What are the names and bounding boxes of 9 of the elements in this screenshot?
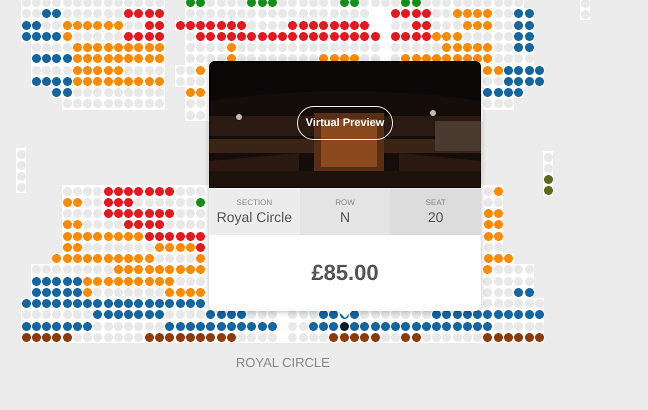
detail-value: 20 bbox=[428, 209, 444, 225]
section-label: ROYAL CIRCLE bbox=[234, 354, 331, 370]
virtual-preview-button[interactable]: Virtual Preview bbox=[296, 106, 394, 140]
detail-value: Royal Circle bbox=[216, 209, 292, 225]
detail-label: SECTION bbox=[236, 198, 272, 207]
detail-value: N bbox=[340, 209, 350, 225]
price: £85.00 bbox=[311, 260, 379, 286]
detail-label: SEAT bbox=[426, 198, 446, 207]
detail-label: ROW bbox=[335, 198, 355, 207]
